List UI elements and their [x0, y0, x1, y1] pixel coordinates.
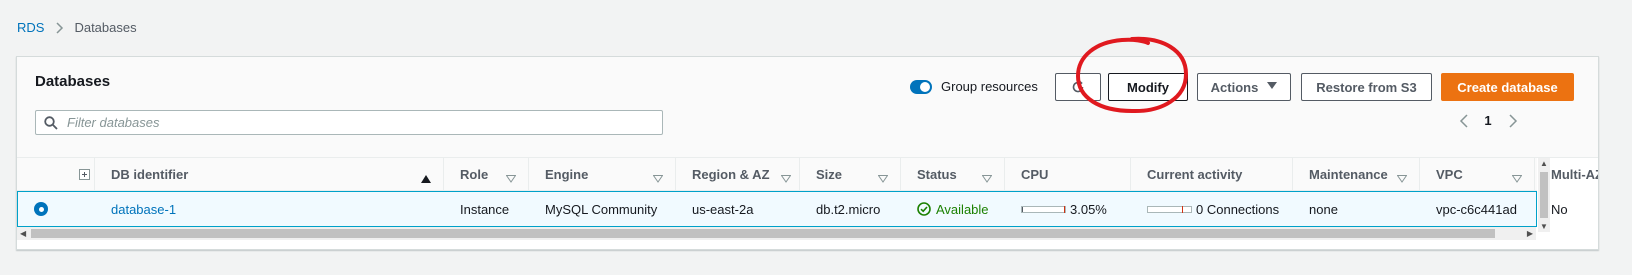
cell-status: Available [901, 192, 989, 226]
cell-size: db.t2.micro [816, 201, 881, 217]
databases-panel: Databases Group resources Modify Actions… [16, 56, 1599, 250]
search-field[interactable] [35, 110, 663, 135]
panel-title: Databases [35, 73, 111, 90]
sort-desc-icon [1511, 171, 1523, 186]
column-activity-label: Current activity [1147, 167, 1243, 182]
cell-cpu: 3.05% [1005, 192, 1107, 226]
panel-header: Databases Group resources Modify Actions… [17, 57, 1598, 158]
sort-desc-icon [877, 171, 889, 186]
refresh-icon [1072, 80, 1084, 93]
horizontal-scroll-thumb[interactable] [31, 229, 1495, 238]
actions-button[interactable]: Actions [1197, 73, 1291, 101]
vertical-scrollbar[interactable]: ▲ ▼ [1538, 158, 1550, 232]
databases-table: DB identifier Role Engine Region & AZ Si… [17, 158, 1598, 232]
toggle-switch[interactable] [910, 79, 932, 94]
sort-desc-icon [652, 171, 664, 186]
breadcrumb: RDS Databases [17, 20, 137, 35]
column-maintenance[interactable]: Maintenance [1292, 158, 1419, 191]
column-status[interactable]: Status [900, 158, 1004, 191]
column-size[interactable]: Size [799, 158, 900, 191]
column-db-identifier-label: DB identifier [111, 167, 189, 182]
group-resources-label: Group resources [941, 79, 1038, 94]
db-identifier-link[interactable]: database-1 [95, 192, 176, 226]
page-number[interactable]: 1 [1474, 113, 1502, 128]
column-cpu-label: CPU [1021, 167, 1049, 182]
table-row[interactable]: database-1 Instance MySQL Community us-e… [17, 191, 1568, 227]
column-region-label: Region & AZ [692, 167, 770, 182]
search-icon [44, 115, 58, 130]
modify-button[interactable]: Modify [1108, 73, 1188, 101]
chevron-left-icon[interactable] [1452, 113, 1474, 128]
cpu-usage-bar [1021, 205, 1066, 213]
caret-down-icon [1267, 81, 1278, 93]
scroll-left-arrow[interactable]: ◀ [20, 229, 26, 238]
cell-role: Instance [460, 201, 510, 217]
restore-from-s3-button[interactable]: Restore from S3 [1301, 73, 1432, 101]
column-role-label: Role [460, 167, 489, 182]
sort-desc-icon [981, 171, 993, 186]
column-vpc-label: VPC [1436, 167, 1463, 182]
chevron-right-icon [56, 21, 64, 34]
column-size-label: Size [816, 167, 843, 182]
column-maintenance-label: Maintenance [1309, 167, 1388, 182]
cpu-value: 3.05% [1070, 201, 1107, 217]
cell-region: us-east-2a [692, 201, 754, 217]
column-db-identifier[interactable]: DB identifier [94, 158, 443, 191]
table-header: DB identifier Role Engine Region & AZ Si… [17, 158, 1598, 191]
breadcrumb-rds-link[interactable]: RDS [17, 20, 44, 35]
vertical-scroll-thumb[interactable] [1540, 172, 1548, 218]
create-database-button[interactable]: Create database [1441, 73, 1574, 101]
sort-desc-icon [505, 171, 517, 186]
select-column-header [17, 158, 67, 191]
column-cpu[interactable]: CPU [1004, 158, 1130, 191]
cell-current-activity: 0 Connections [1131, 192, 1279, 226]
cell-vpc: vpc-c6c441ad [1436, 201, 1517, 217]
group-resources-toggle[interactable]: Group resources [910, 79, 1038, 94]
scroll-down-arrow[interactable]: ▼ [1540, 222, 1548, 231]
activity-value: 0 Connections [1196, 201, 1280, 217]
horizontal-scrollbar[interactable]: ◀ ▶ [17, 227, 1536, 240]
status-badge: Available [917, 202, 989, 217]
scroll-up-arrow[interactable]: ▲ [1540, 159, 1548, 168]
column-multi-az-label: Multi-AZ [1551, 167, 1599, 182]
column-engine-label: Engine [545, 167, 589, 182]
column-status-label: Status [917, 167, 957, 182]
sort-desc-icon [780, 171, 792, 186]
scroll-right-arrow[interactable]: ▶ [1527, 229, 1533, 238]
column-role[interactable]: Role [443, 158, 528, 191]
pagination: 1 [1452, 113, 1524, 128]
actions-label: Actions [1210, 79, 1259, 95]
status-text: Available [936, 201, 989, 217]
column-engine[interactable]: Engine [528, 158, 675, 191]
row-select-radio[interactable] [34, 202, 48, 216]
cell-engine: MySQL Community [545, 201, 658, 217]
chevron-right-icon[interactable] [1502, 113, 1524, 128]
sort-desc-icon [1396, 171, 1408, 186]
column-current-activity[interactable]: Current activity [1130, 158, 1292, 191]
search-input[interactable] [67, 115, 647, 130]
cell-maintenance: none [1309, 201, 1338, 217]
column-vpc[interactable]: VPC [1419, 158, 1534, 191]
breadcrumb-current: Databases [74, 20, 137, 35]
expand-icon[interactable] [67, 158, 94, 191]
refresh-button[interactable] [1055, 73, 1101, 101]
sort-asc-icon [421, 171, 431, 186]
connections-bar [1147, 205, 1192, 213]
check-circle-icon [917, 202, 931, 216]
column-region[interactable]: Region & AZ [675, 158, 799, 191]
